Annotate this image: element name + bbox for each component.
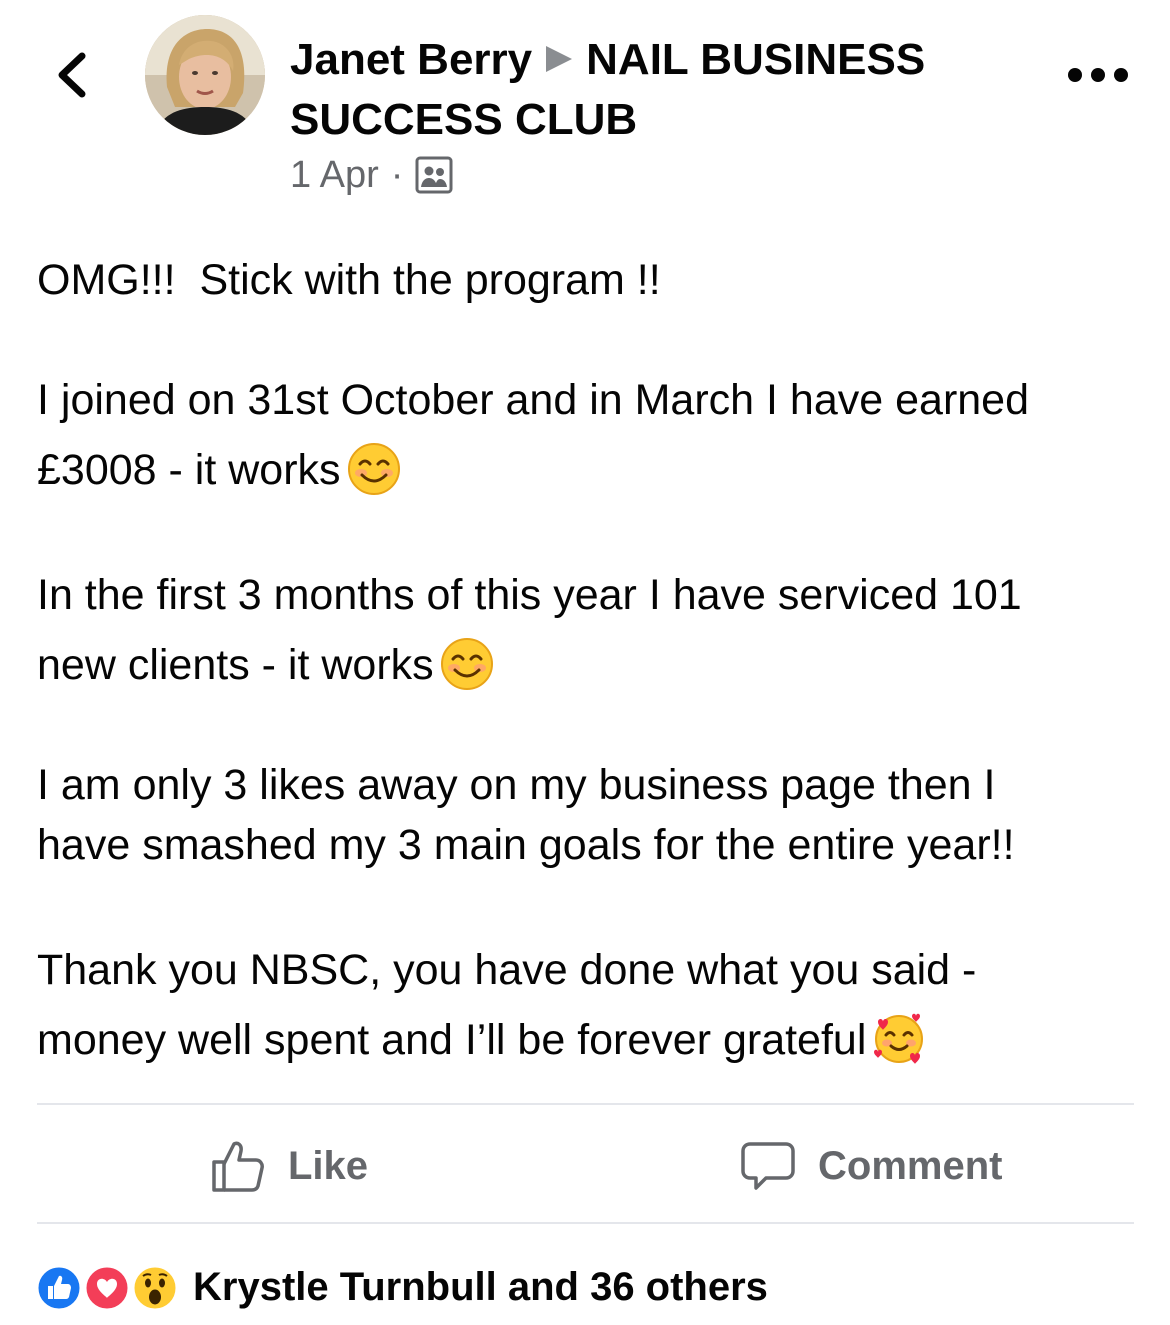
comment-label: Comment (818, 1143, 1003, 1188)
reactions-summary[interactable]: Krystle Turnbull and 36 others (35, 1262, 768, 1312)
post-meta: 1 Apr · (290, 152, 453, 198)
like-button[interactable]: Like (210, 1136, 368, 1196)
paragraph-text: In the first 3 months of this year I hav… (37, 571, 1022, 689)
love-reaction-icon (83, 1264, 131, 1312)
paragraph-text: I joined on 31st October and in March I … (37, 376, 1030, 494)
smiling-face-emoji-icon (347, 443, 400, 495)
more-dot-icon (1114, 68, 1128, 82)
like-label: Like (288, 1143, 369, 1188)
reaction-icons (35, 1262, 185, 1312)
reaction-summary-text[interactable]: Krystle Turnbull and 36 others (193, 1265, 768, 1310)
paragraph-text: I am only 3 likes away on my business pa… (37, 761, 1015, 869)
smiling-face-emoji-icon (440, 638, 493, 690)
more-dot-icon (1068, 68, 1082, 82)
group-audience-icon (415, 156, 453, 194)
comment-button[interactable]: Comment (740, 1136, 1002, 1196)
post-paragraph: Thank you NBSC, you have done what you s… (37, 935, 976, 1075)
wow-reaction-icon (131, 1264, 179, 1312)
meta-separator: · (390, 153, 404, 196)
post-header: Janet Berry NAIL BUSINESS SUCCESS CLUB 1 … (0, 0, 1170, 220)
chevron-left-icon (58, 52, 86, 98)
post-paragraph: I joined on 31st October and in March I … (37, 365, 1029, 505)
post-actions: Like Comment (0, 1108, 1170, 1223)
like-reaction-icon (35, 1264, 83, 1312)
post-title: Janet Berry NAIL BUSINESS SUCCESS CLUB (290, 30, 990, 150)
post-paragraph: OMG!!! Stick with the program !! (37, 245, 661, 315)
arrow-right-icon (546, 46, 573, 72)
thumbs-up-icon (212, 1141, 264, 1192)
author-avatar[interactable] (145, 15, 265, 135)
post-paragraph: In the first 3 months of this year I hav… (37, 560, 1022, 700)
divider (37, 1222, 1134, 1224)
divider (37, 1103, 1134, 1105)
comment-bubble-icon (741, 1142, 795, 1190)
author-name[interactable]: Janet Berry (290, 35, 532, 84)
post-paragraph: I am only 3 likes away on my business pa… (37, 755, 1015, 875)
smiling-face-with-hearts-emoji-icon (874, 1013, 924, 1064)
more-options-button[interactable] (1068, 62, 1128, 88)
paragraph-text: Thank you NBSC, you have done what you s… (37, 946, 977, 1064)
back-button[interactable] (52, 50, 92, 100)
avatar-image (145, 15, 265, 135)
more-dot-icon (1091, 68, 1105, 82)
post-date[interactable]: 1 Apr (290, 154, 379, 197)
paragraph-text: OMG!!! Stick with the program !! (37, 256, 661, 304)
